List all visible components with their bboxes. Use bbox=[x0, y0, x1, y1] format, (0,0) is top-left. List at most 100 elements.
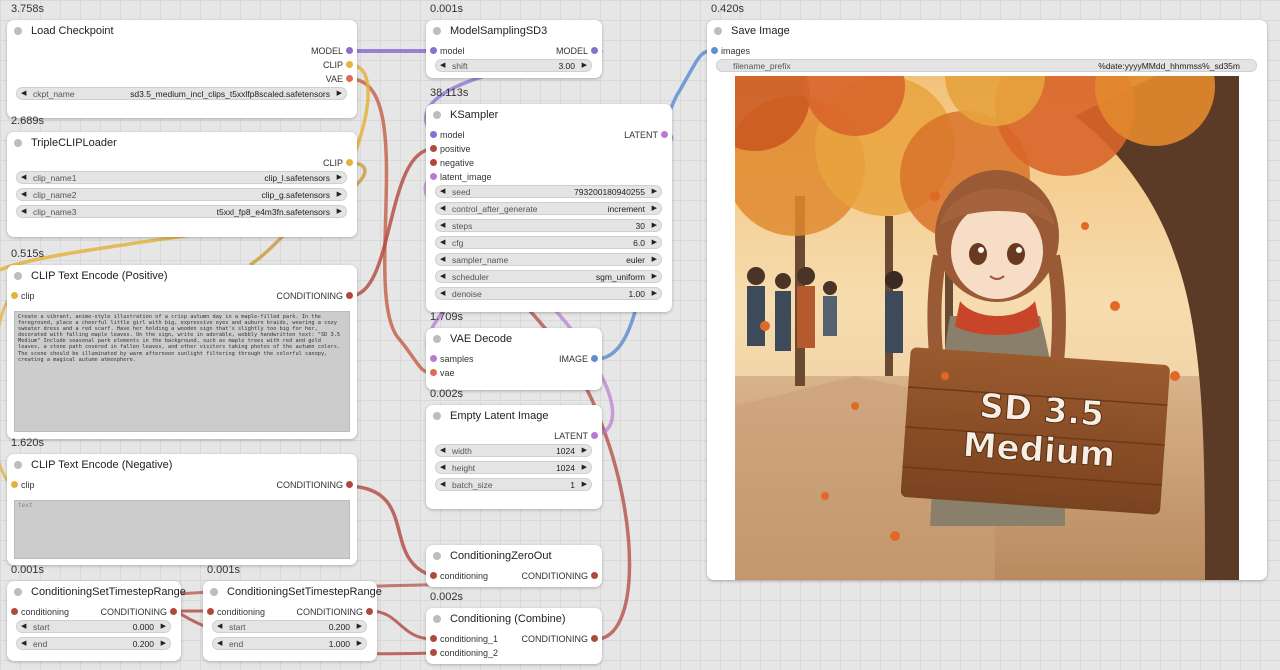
port-dot-icon[interactable] bbox=[430, 649, 437, 656]
arrow-right-icon[interactable]: ▶ bbox=[582, 480, 587, 488]
port-dot-icon[interactable] bbox=[430, 173, 437, 180]
arrow-left-icon[interactable]: ◀ bbox=[217, 622, 222, 630]
node-title[interactable]: KSampler bbox=[426, 104, 672, 125]
port-dot-icon[interactable] bbox=[346, 61, 353, 68]
collapse-dot-icon[interactable] bbox=[14, 26, 22, 35]
scheduler-combo[interactable]: ◀ scheduler sgm_uniform ▶ bbox=[435, 270, 662, 283]
collapse-dot-icon[interactable] bbox=[14, 587, 22, 596]
batch-size-number[interactable]: ◀ batch_size 1 ▶ bbox=[435, 478, 592, 491]
arrow-left-icon[interactable]: ◀ bbox=[440, 187, 445, 195]
port-dot-icon[interactable] bbox=[11, 481, 18, 488]
start-number[interactable]: ◀ start 0.000 ▶ bbox=[16, 620, 171, 633]
port-dot-icon[interactable] bbox=[430, 369, 437, 376]
port-dot-icon[interactable] bbox=[430, 635, 437, 642]
collapse-dot-icon[interactable] bbox=[433, 551, 441, 560]
output-clip[interactable]: CLIP bbox=[323, 60, 353, 70]
arrow-right-icon[interactable]: ▶ bbox=[357, 622, 362, 630]
sampler-name-combo[interactable]: ◀ sampler_name euler ▶ bbox=[435, 253, 662, 266]
filename-prefix-text[interactable]: filename_prefix %date:yyyyMMdd_hhmmss%_sd… bbox=[716, 59, 1257, 72]
output-latent[interactable]: LATENT bbox=[554, 431, 598, 441]
width-number[interactable]: ◀ width 1024 ▶ bbox=[435, 444, 592, 457]
cfg-number[interactable]: ◀ cfg 6.0 ▶ bbox=[435, 236, 662, 249]
arrow-right-icon[interactable]: ▶ bbox=[161, 639, 166, 647]
end-number[interactable]: ◀ end 0.200 ▶ bbox=[16, 637, 171, 650]
arrow-right-icon[interactable]: ▶ bbox=[582, 446, 587, 454]
seed-number[interactable]: ◀ seed 793200180940255 ▶ bbox=[435, 185, 662, 198]
arrow-left-icon[interactable]: ◀ bbox=[440, 61, 445, 69]
arrow-right-icon[interactable]: ▶ bbox=[357, 639, 362, 647]
start-number[interactable]: ◀ start 0.200 ▶ bbox=[212, 620, 367, 633]
input-negative[interactable]: negative bbox=[430, 158, 474, 168]
port-dot-icon[interactable] bbox=[591, 432, 598, 439]
arrow-right-icon[interactable]: ▶ bbox=[652, 221, 657, 229]
port-dot-icon[interactable] bbox=[430, 572, 437, 579]
conditioning-set-timestep-range-node-1[interactable]: 0.001s ConditioningSetTimestepRange cond… bbox=[7, 564, 186, 661]
arrow-left-icon[interactable]: ◀ bbox=[440, 204, 445, 212]
port-dot-icon[interactable] bbox=[430, 47, 437, 54]
node-title[interactable]: ModelSamplingSD3 bbox=[426, 20, 602, 41]
arrow-right-icon[interactable]: ▶ bbox=[337, 173, 342, 181]
load-checkpoint-node[interactable]: 3.758s Load Checkpoint MODEL CLIP VAE ◀ c… bbox=[7, 3, 357, 118]
node-title[interactable]: CLIP Text Encode (Positive) bbox=[7, 265, 357, 286]
arrow-right-icon[interactable]: ▶ bbox=[337, 190, 342, 198]
arrow-right-icon[interactable]: ▶ bbox=[582, 61, 587, 69]
port-dot-icon[interactable] bbox=[11, 292, 18, 299]
arrow-right-icon[interactable]: ▶ bbox=[652, 204, 657, 212]
arrow-right-icon[interactable]: ▶ bbox=[652, 187, 657, 195]
conditioning-combine-node[interactable]: 0.002s Conditioning (Combine) conditioni… bbox=[426, 591, 602, 664]
output-model[interactable]: MODEL bbox=[556, 46, 598, 56]
arrow-left-icon[interactable]: ◀ bbox=[21, 173, 26, 181]
input-conditioning-1[interactable]: conditioning_1 bbox=[430, 634, 498, 644]
input-conditioning[interactable]: conditioning bbox=[207, 607, 265, 617]
input-samples[interactable]: samples bbox=[430, 354, 474, 364]
positive-prompt-textarea[interactable]: Create a vibrant, anime-style illustrati… bbox=[14, 311, 350, 432]
save-image-node[interactable]: 0.420s Save Image images filename_prefix… bbox=[707, 3, 1267, 580]
input-images[interactable]: images bbox=[711, 46, 750, 56]
collapse-dot-icon[interactable] bbox=[433, 26, 441, 35]
model-sampling-sd3-node[interactable]: 0.001s ModelSamplingSD3 model MODEL ◀ shi… bbox=[426, 3, 602, 78]
port-dot-icon[interactable] bbox=[430, 159, 437, 166]
input-conditioning[interactable]: conditioning bbox=[11, 607, 69, 617]
arrow-left-icon[interactable]: ◀ bbox=[440, 221, 445, 229]
empty-latent-image-node[interactable]: 0.002s Empty Latent Image LATENT ◀ width 1… bbox=[426, 388, 602, 509]
port-dot-icon[interactable] bbox=[591, 47, 598, 54]
node-title[interactable]: Load Checkpoint bbox=[7, 20, 357, 41]
port-dot-icon[interactable] bbox=[346, 481, 353, 488]
conditioning-set-timestep-range-node-2[interactable]: 0.001s ConditioningSetTimestepRange cond… bbox=[203, 564, 382, 661]
output-conditioning[interactable]: CONDITIONING bbox=[522, 634, 598, 644]
port-dot-icon[interactable] bbox=[346, 159, 353, 166]
arrow-left-icon[interactable]: ◀ bbox=[21, 622, 26, 630]
node-title[interactable]: ConditioningZeroOut bbox=[426, 545, 602, 566]
arrow-right-icon[interactable]: ▶ bbox=[652, 255, 657, 263]
output-vae[interactable]: VAE bbox=[326, 74, 353, 84]
arrow-left-icon[interactable]: ◀ bbox=[440, 289, 445, 297]
input-model[interactable]: model bbox=[430, 46, 465, 56]
arrow-left-icon[interactable]: ◀ bbox=[440, 446, 445, 454]
arrow-right-icon[interactable]: ▶ bbox=[337, 89, 342, 97]
arrow-left-icon[interactable]: ◀ bbox=[21, 190, 26, 198]
arrow-left-icon[interactable]: ◀ bbox=[21, 89, 26, 97]
triple-clip-loader-node[interactable]: 2.689s TripleCLIPLoader CLIP ◀ clip_name1… bbox=[7, 115, 357, 237]
output-image[interactable]: IMAGE bbox=[559, 354, 598, 364]
collapse-dot-icon[interactable] bbox=[714, 26, 722, 35]
output-conditioning[interactable]: CONDITIONING bbox=[277, 480, 353, 490]
generated-image-preview[interactable]: SD 3.5 Medium bbox=[735, 76, 1239, 580]
node-title[interactable]: Save Image bbox=[707, 20, 1267, 41]
output-model[interactable]: MODEL bbox=[311, 46, 353, 56]
arrow-left-icon[interactable]: ◀ bbox=[21, 207, 26, 215]
arrow-right-icon[interactable]: ▶ bbox=[337, 207, 342, 215]
port-dot-icon[interactable] bbox=[591, 635, 598, 642]
clip-name3-combo[interactable]: ◀ clip_name3 t5xxl_fp8_e4m3fn.safetensors ▶ bbox=[16, 205, 347, 218]
input-positive[interactable]: positive bbox=[430, 144, 471, 154]
port-dot-icon[interactable] bbox=[430, 355, 437, 362]
arrow-right-icon[interactable]: ▶ bbox=[652, 289, 657, 297]
port-dot-icon[interactable] bbox=[346, 47, 353, 54]
arrow-right-icon[interactable]: ▶ bbox=[582, 463, 587, 471]
control-after-generate-combo[interactable]: ◀ control_after_generate increment ▶ bbox=[435, 202, 662, 215]
negative-prompt-textarea[interactable]: text bbox=[14, 500, 350, 559]
collapse-dot-icon[interactable] bbox=[14, 138, 22, 147]
arrow-left-icon[interactable]: ◀ bbox=[21, 639, 26, 647]
output-conditioning[interactable]: CONDITIONING bbox=[277, 291, 353, 301]
port-dot-icon[interactable] bbox=[346, 75, 353, 82]
port-dot-icon[interactable] bbox=[591, 572, 598, 579]
